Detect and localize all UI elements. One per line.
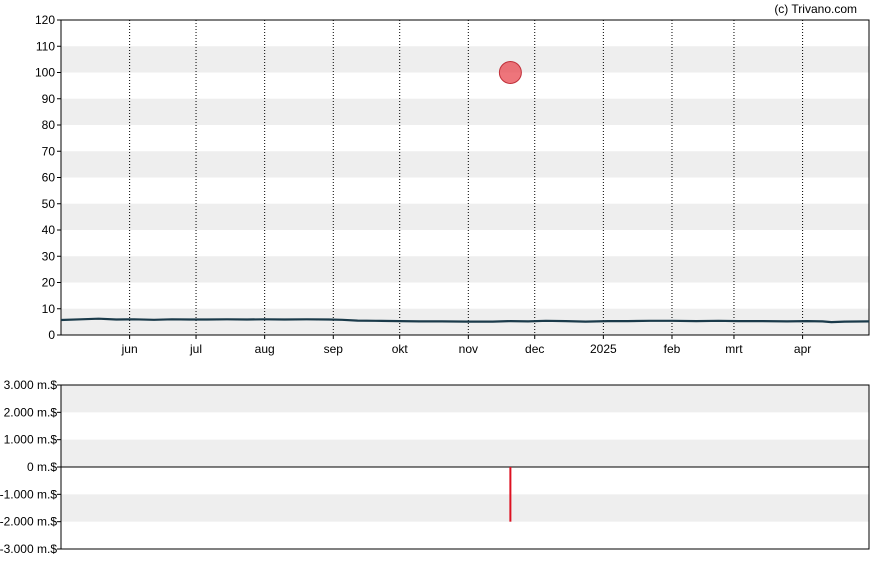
y-tick-label: 110 — [36, 39, 55, 53]
x-tick-label: nov — [459, 342, 478, 356]
price-band — [61, 151, 869, 178]
y-tick-label: 50 — [42, 197, 56, 211]
x-tick-label: feb — [664, 342, 681, 356]
chart-canvas: (c) Trivano.com jun jul aug sep okt nov dec 202… — [0, 2, 870, 556]
x-tick-label: jun — [121, 342, 138, 356]
price-panel: jun jul aug sep okt nov dec 2025 feb mrt apr 0 10 20 3… — [35, 13, 870, 356]
x-tick-label: 2025 — [590, 342, 617, 356]
x-tick-label: okt — [392, 342, 409, 356]
volume-band — [61, 439, 869, 467]
event-marker — [498, 61, 522, 84]
y-tick-label: 100 — [35, 66, 55, 80]
volume-y-tick-label: -3.000 m.$ — [0, 542, 57, 556]
x-tick-label: sep — [324, 342, 344, 356]
y-tick-label: 0 — [48, 328, 55, 342]
volume-band — [61, 494, 869, 522]
x-tick-label: dec — [525, 342, 544, 356]
y-tick-label: 90 — [42, 92, 56, 106]
x-tick-label: jul — [189, 342, 202, 356]
credit-text: (c) Trivano.com — [774, 2, 857, 16]
volume-y-tick-label: -2.000 m.$ — [0, 515, 57, 529]
price-band — [61, 203, 869, 230]
volume-y-tick-label: -1.000 m.$ — [0, 487, 57, 501]
y-tick-label: 120 — [35, 13, 55, 27]
x-tick-label: mrt — [725, 342, 743, 356]
price-band — [61, 98, 869, 125]
y-tick-label: 10 — [42, 302, 56, 316]
y-tick-label: 70 — [42, 144, 56, 158]
volume-band — [61, 385, 869, 413]
volume-panel: -3.000 m.$ -2.000 m.$ -1.000 m.$ 0 m.$ 1.000… — [0, 378, 870, 556]
y-tick-label: 40 — [42, 223, 56, 237]
volume-y-tick-label: 1.000 m.$ — [4, 433, 58, 447]
volume-y-tick-label: 3.000 m.$ — [4, 378, 58, 392]
y-tick-label: 20 — [42, 276, 56, 290]
price-band — [61, 256, 869, 283]
price-band — [61, 46, 869, 73]
y-tick-label: 60 — [42, 171, 56, 185]
y-tick-label: 80 — [42, 118, 56, 132]
y-tick-label: 30 — [42, 249, 56, 263]
volume-y-tick-label: 2.000 m.$ — [4, 405, 58, 419]
x-tick-label: aug — [255, 342, 275, 356]
x-tick-label: apr — [794, 342, 811, 356]
volume-y-tick-label: 0 m.$ — [27, 460, 57, 474]
